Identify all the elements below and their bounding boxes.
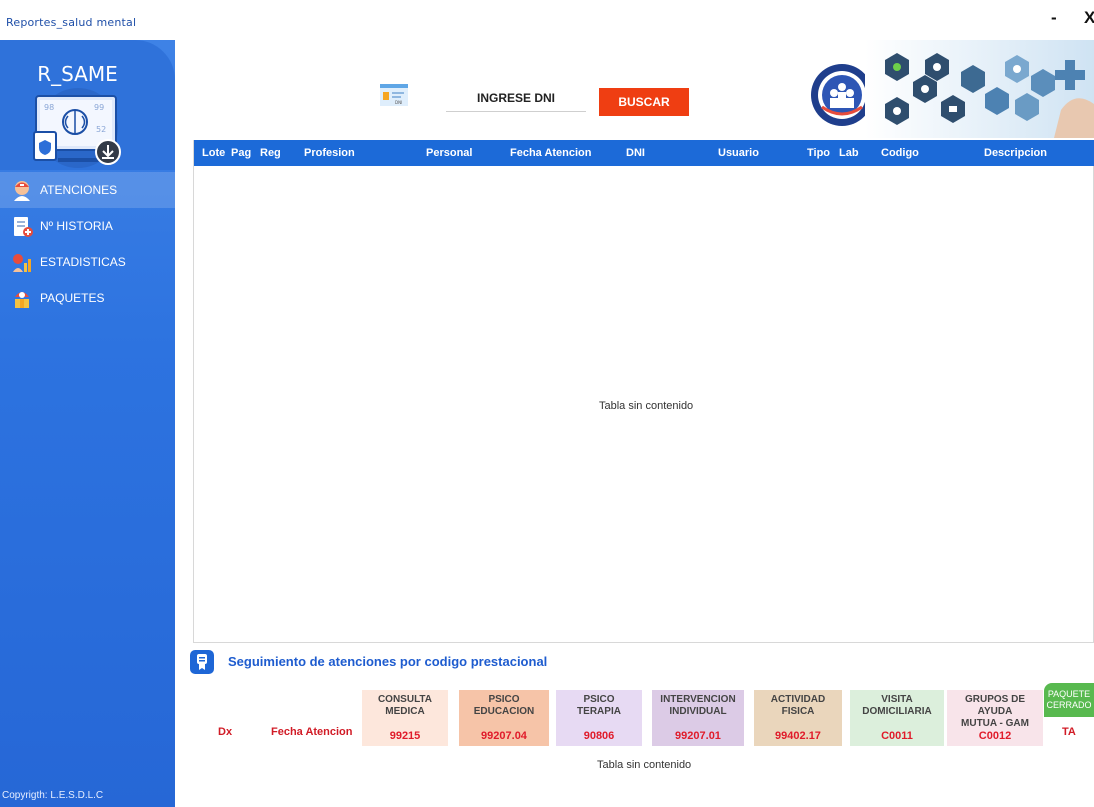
- code-label-line2: FISICA: [781, 706, 815, 717]
- column-header: Reg: [260, 147, 281, 159]
- code-label-line2: MUTUA - GAM: [961, 718, 1029, 729]
- tracking-icon: [190, 650, 214, 674]
- code-label-line2: INDIVIDUAL: [669, 706, 727, 717]
- card-text: DNI: [395, 100, 402, 105]
- code-column-psico-educacion: PSICO EDUCACION 99207.04: [459, 690, 549, 746]
- code-label-line1: PSICO: [583, 694, 615, 705]
- code-label-line2: EDUCACION: [473, 706, 535, 717]
- sidebar-item-paquetes[interactable]: PAQUETES: [0, 280, 175, 316]
- code-label-line1: CONSULTA: [377, 694, 433, 705]
- code-column-grupos-ayuda: GRUPOS DE AYUDA MUTUA - GAM C0012: [947, 690, 1043, 746]
- sidebar-item-historia[interactable]: Nº HISTORIA: [0, 208, 175, 244]
- svg-text:99: 99: [94, 103, 104, 112]
- close-button[interactable]: X: [1084, 8, 1094, 28]
- column-header: Tipo: [807, 147, 831, 159]
- code-label-line1: ACTIVIDAD: [770, 694, 826, 705]
- minimize-button[interactable]: -: [1051, 8, 1057, 28]
- code-column-consulta-medica: CONSULTA MEDICA 99215: [362, 690, 448, 746]
- medical-banner-image: [865, 40, 1094, 138]
- column-header: Usuario: [718, 147, 759, 159]
- code-column-actividad-fisica: ACTIVIDAD FISICA 99402.17: [754, 690, 842, 746]
- column-header: Fecha Atencion: [510, 147, 592, 159]
- code-value: 99215: [389, 730, 421, 742]
- code-value: 99207.01: [675, 730, 721, 742]
- column-header: Pag: [231, 147, 252, 159]
- code-label-line2: TERAPIA: [577, 706, 621, 717]
- code-value: C0011: [881, 730, 913, 742]
- code-label-line2: DOMICILIARIA: [862, 706, 932, 717]
- dx-header: Dx: [218, 726, 233, 738]
- sidebar-menu: ATENCIONES Nº HISTORIA ESTADISTICAS PAQU…: [0, 172, 175, 316]
- brain-monitor-illustration: 98 99 52: [33, 88, 121, 168]
- search-button[interactable]: BUSCAR: [599, 88, 689, 116]
- column-header: DNI: [626, 147, 645, 159]
- code-column-intervencion-individual: INTERVENCION INDIVIDUAL 99207.01: [652, 690, 744, 746]
- column-header: Lab: [839, 147, 859, 159]
- paquete-cerrado-badge: PAQUETE CERRADO: [1044, 683, 1094, 717]
- doctor-icon: [10, 178, 34, 202]
- sidebar-item-label: ESTADISTICAS: [40, 255, 126, 269]
- fecha-atencion-header: Fecha Atencion: [271, 726, 353, 738]
- column-header: Personal: [426, 147, 473, 159]
- sidebar-item-atenciones[interactable]: ATENCIONES: [0, 172, 175, 208]
- sidebar-item-label: PAQUETES: [40, 291, 105, 305]
- code-label-line2: MEDICA: [385, 706, 425, 717]
- tracking-title: Seguimiento de atenciones por codigo pre…: [228, 654, 548, 669]
- code-label-line1: INTERVENCION: [660, 694, 736, 705]
- sidebar-item-estadisticas[interactable]: ESTADISTICAS: [0, 244, 175, 280]
- code-column-visita-domiciliaria: VISITA DOMICILIARIA C0011: [850, 690, 944, 746]
- svg-text:98: 98: [44, 103, 54, 112]
- sidebar-item-label: Nº HISTORIA: [40, 219, 113, 233]
- id-card-icon: DNI: [380, 84, 408, 106]
- code-value: 99402.17: [775, 730, 821, 742]
- title-bar: Reportes_salud mental - X: [0, 0, 1094, 40]
- code-label-line1: PSICO: [488, 694, 520, 705]
- code-label-line1: GRUPOS DE AYUDA: [964, 694, 1025, 717]
- column-header: Profesion: [304, 147, 355, 159]
- code-header-row: Dx Fecha Atencion CONSULTA MEDICA 99215 P…: [0, 690, 1094, 746]
- paquete-line2: CERRADO: [1046, 700, 1092, 710]
- app-title: Reportes_salud mental: [6, 16, 137, 29]
- code-value: 90806: [583, 730, 615, 742]
- code-label-line1: VISITA: [881, 694, 913, 705]
- dni-field-label[interactable]: INGRESE DNI: [446, 84, 586, 112]
- table-header: Lote Pag Reg Profesion Personal Fecha At…: [194, 140, 1094, 166]
- code-column-psico-terapia: PSICO TERAPIA 90806: [556, 690, 642, 746]
- column-header: Descripcion: [984, 147, 1047, 159]
- clipboard-icon: [10, 214, 34, 238]
- code-value: C0012: [978, 730, 1012, 742]
- ta-header: TA: [1062, 726, 1076, 738]
- brand-title: R_SAME: [37, 62, 118, 86]
- sidebar-header: R_SAME 98 99 52: [0, 40, 175, 170]
- copyright-text: Copyrigth: L.E.S.D.L.C: [2, 790, 104, 801]
- column-header: Codigo: [881, 147, 919, 159]
- sidebar-item-label: ATENCIONES: [40, 183, 118, 197]
- attentions-table: Lote Pag Reg Profesion Personal Fecha At…: [193, 140, 1094, 643]
- statistics-icon: [10, 250, 34, 274]
- app-window: Reportes_salud mental - X R_SAME 98 99 5…: [0, 0, 1094, 807]
- empty-tracking-message: Tabla sin contenido: [597, 759, 692, 771]
- svg-text:52: 52: [96, 125, 106, 134]
- empty-table-message: Tabla sin contenido: [599, 400, 694, 412]
- paquete-line1: PAQUETE: [1047, 689, 1091, 699]
- code-value: 99207.04: [481, 730, 527, 742]
- package-icon: [10, 286, 34, 310]
- column-header: Lote: [202, 147, 226, 159]
